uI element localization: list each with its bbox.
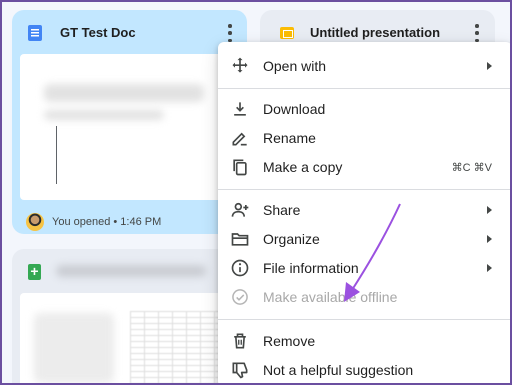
menu-divider	[218, 88, 510, 89]
menu-item-make-a-copy[interactable]: Make a copy ⌘C ⌘V	[218, 153, 510, 181]
pencil-icon	[232, 132, 247, 146]
thumbs-down-icon	[232, 362, 248, 379]
menu-item-label: Organize	[263, 231, 320, 247]
file-card-gt-test-doc[interactable]: GT Test Doc You opened • 1:46 PM	[12, 10, 247, 234]
submenu-arrow-icon	[487, 206, 492, 214]
more-options-icon[interactable]	[474, 24, 480, 42]
menu-item-label: Open with	[263, 58, 327, 74]
submenu-arrow-icon	[487, 264, 492, 272]
menu-item-rename[interactable]: Rename	[218, 124, 510, 152]
download-icon	[234, 102, 246, 116]
move-arrows-icon	[232, 57, 248, 73]
submenu-arrow-icon	[487, 235, 492, 243]
file-title: Untitled presentation	[310, 25, 441, 40]
menu-item-remove[interactable]: Remove	[218, 327, 510, 355]
menu-item-download[interactable]: Download	[218, 95, 510, 123]
menu-divider	[218, 319, 510, 320]
drive-suggested-files: GT Test Doc You opened • 1:46 PM Untitle…	[2, 2, 510, 383]
folder-icon	[231, 233, 249, 246]
slides-icon	[280, 27, 294, 39]
menu-item-label: Make a copy	[263, 159, 343, 175]
docs-icon	[28, 25, 42, 41]
pointer-arrow-icon	[344, 203, 401, 302]
file-thumbnail[interactable]	[20, 293, 239, 383]
copy-icon	[233, 159, 247, 176]
sheets-icon	[28, 263, 41, 280]
menu-item-not-helpful[interactable]: Not a helpful suggestion	[218, 356, 510, 383]
file-card-spreadsheet[interactable]	[12, 249, 247, 383]
info-icon	[231, 259, 249, 277]
avatar	[26, 213, 44, 231]
keyboard-shortcut: ⌘C ⌘V	[451, 162, 492, 174]
last-opened-text: You opened • 1:46 PM	[52, 216, 162, 228]
offline-check-icon	[232, 289, 248, 305]
menu-item-label: Download	[263, 101, 326, 117]
file-thumbnail[interactable]	[20, 54, 239, 200]
submenu-arrow-icon	[487, 62, 492, 70]
menu-item-label: Not a helpful suggestion	[263, 362, 414, 378]
file-title: GT Test Doc	[60, 25, 136, 40]
trash-icon	[234, 333, 246, 349]
menu-divider	[218, 189, 510, 190]
menu-item-open-with[interactable]: Open with	[218, 52, 510, 80]
menu-item-label: Remove	[263, 333, 316, 349]
menu-item-label: Share	[263, 202, 301, 218]
more-options-icon[interactable]	[227, 24, 233, 42]
file-card-header	[12, 249, 247, 293]
person-add-icon	[231, 202, 249, 217]
file-card-header: GT Test Doc	[12, 10, 247, 54]
menu-item-label: Rename	[263, 130, 316, 146]
